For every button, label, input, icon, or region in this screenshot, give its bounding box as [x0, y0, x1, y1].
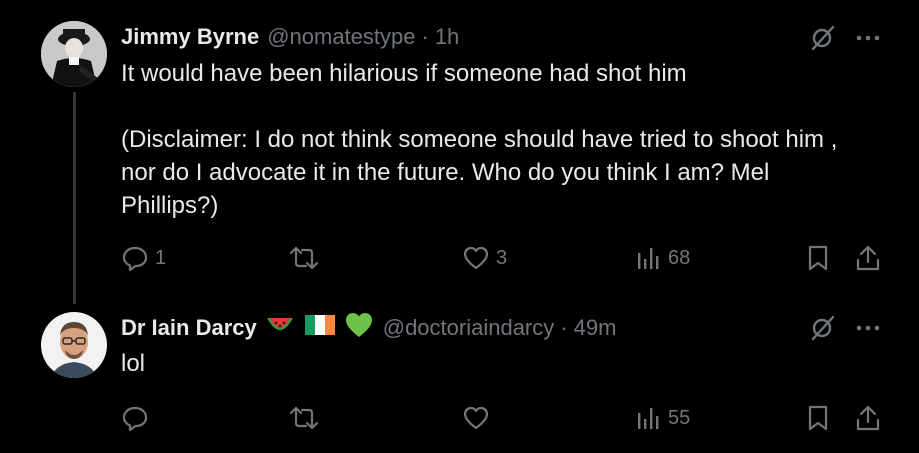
tweet-text: It would have been hilarious if someone …: [121, 57, 881, 222]
views-button[interactable]: 68: [634, 241, 690, 275]
more-options-icon[interactable]: [854, 24, 882, 52]
share-button[interactable]: [854, 241, 882, 275]
reply-icon: [122, 246, 148, 272]
reply-count: 1: [155, 246, 167, 269]
tweet-actions: 1 3 68: [121, 241, 891, 275]
reply-button[interactable]: 1: [121, 241, 166, 275]
retweet-icon: [289, 406, 319, 430]
tweet-text: lol: [121, 347, 881, 380]
timestamp[interactable]: 1h: [435, 24, 459, 50]
like-count: 3: [496, 246, 508, 269]
author-name[interactable]: Jimmy Byrne: [121, 24, 259, 50]
green-heart-emoji: [345, 312, 373, 344]
retweet-icon: [289, 246, 319, 270]
tweet-1[interactable]: Jimmy Byrne @nomatestype · 1h It would h…: [0, 0, 919, 300]
tweet-actions: 55: [121, 401, 891, 435]
share-icon: [856, 405, 880, 431]
retweet-button[interactable]: [287, 241, 327, 275]
like-button[interactable]: [462, 401, 496, 435]
tweet-text-line: It would have been hilarious if someone …: [121, 60, 687, 87]
tweet-2[interactable]: Dr Iain Darcy @doctoriaindarcy · 49m lol…: [0, 300, 919, 453]
views-chart-icon: [638, 408, 659, 429]
grok-icon[interactable]: [808, 24, 836, 52]
separator-dot: ·: [421, 24, 429, 49]
heart-icon: [463, 406, 489, 430]
avatar-iain-darcy[interactable]: [41, 312, 107, 378]
view-count: 68: [668, 246, 691, 269]
tweet-header: Jimmy Byrne @nomatestype · 1h: [121, 22, 459, 52]
grok-icon[interactable]: [808, 314, 836, 342]
views-button[interactable]: 55: [634, 401, 690, 435]
author-name[interactable]: Dr Iain Darcy: [121, 315, 257, 341]
ireland-flag-emoji: [304, 314, 335, 342]
heart-icon: [463, 246, 489, 270]
avatar-jimmy-byrne[interactable]: [41, 21, 107, 87]
bookmark-icon: [808, 405, 828, 431]
separator-dot: ·: [560, 315, 568, 340]
tweet-text-line: lol: [121, 350, 146, 377]
bookmark-button[interactable]: [804, 401, 832, 435]
author-handle[interactable]: @nomatestype: [267, 24, 415, 50]
bookmark-button[interactable]: [804, 241, 832, 275]
share-button[interactable]: [854, 401, 882, 435]
timestamp[interactable]: 49m: [574, 315, 617, 341]
bookmark-icon: [808, 245, 828, 271]
author-handle[interactable]: @doctoriaindarcy: [383, 315, 555, 341]
reply-icon: [122, 406, 148, 432]
reply-button[interactable]: [121, 401, 155, 435]
share-icon: [856, 245, 880, 271]
watermelon-emoji: [265, 314, 295, 342]
more-options-icon[interactable]: [854, 314, 882, 342]
tweet-header: Dr Iain Darcy @doctoriaindarcy · 49m: [121, 313, 616, 343]
views-chart-icon: [638, 248, 659, 269]
like-button[interactable]: 3: [462, 241, 507, 275]
tweet-text-line: (Disclaimer: I do not think someone shou…: [121, 126, 838, 219]
view-count: 55: [668, 406, 691, 429]
retweet-button[interactable]: [287, 401, 327, 435]
